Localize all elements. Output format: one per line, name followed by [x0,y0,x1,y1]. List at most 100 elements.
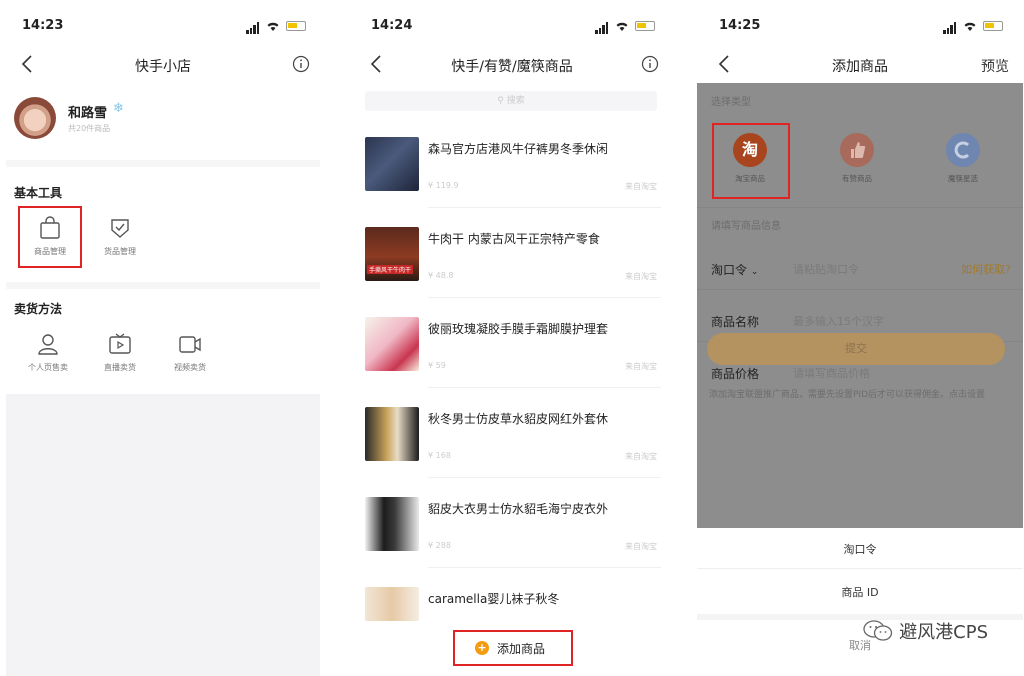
section-title-sell: 卖货方法 [14,302,63,316]
list-item[interactable]: 秋冬男士仿皮草水貂皮网红外套休 ¥ 168 来自淘宝 [365,407,661,487]
submit-button[interactable]: 提交 [707,333,1005,365]
back-icon[interactable] [20,52,34,76]
sell-method-personal-page[interactable]: 个人页售卖 [20,332,76,373]
battery-icon [983,21,1003,31]
field-label-product-price: 商品价格 [711,367,760,381]
product-thumbnail [365,137,419,191]
product-price: ¥ 119.9 [428,181,459,190]
product-name-input[interactable]: 最多输入15个汉字 [793,313,884,329]
person-icon [38,334,58,355]
divider [428,477,661,478]
product-source: 来自淘宝 [625,542,657,551]
list-item[interactable]: 彼丽玫瑰凝胶手膜手霜脚膜护理套 ¥ 59 来自淘宝 [365,317,661,397]
page-title: 快手小店 [135,59,191,75]
add-product-button[interactable]: + 添加商品 [453,630,573,666]
sheet-option-product-id[interactable]: 商品 ID [697,584,1023,600]
dimmed-form-overlay[interactable]: 选择类型 淘 淘宝商品 有赞商品 魔筷星选 请填写商品信息 淘口令 ⌄ 请粘贴淘… [697,83,1023,528]
product-title: 彼丽玫瑰凝胶手膜手霜脚膜护理套 [428,322,609,336]
info-icon[interactable] [292,55,310,73]
list-item[interactable]: 森马官方店港风牛仔裤男冬季休闲 ¥ 119.9 来自淘宝 [365,137,661,217]
type-label: 魔筷星选 [948,174,978,183]
wifi-icon [267,22,279,31]
how-to-get-link[interactable]: 如何获取? [961,261,1011,277]
snowflake-icon: ❄ [113,101,124,116]
divider [697,568,1023,569]
product-title: caramella婴儿袜子秋冬 [428,592,560,606]
user-subtitle: 共20件商品 [68,124,111,133]
type-label: 有赞商品 [842,174,872,183]
nav-bar: 快手小店 [0,50,326,80]
signal-icon [943,22,957,34]
field-label-product-name: 商品名称 [711,315,760,329]
sell-method-video[interactable]: 视频卖货 [162,332,218,373]
tv-play-icon [109,333,131,354]
product-thumbnail: 手撕风干牛肉干 [365,227,419,281]
product-thumbnail [365,407,419,461]
empty-area [6,394,320,676]
sell-method-live[interactable]: 直播卖货 [92,332,148,373]
shield-check-icon [111,219,129,238]
sell-method-label: 个人页售卖 [28,363,68,372]
wifi-icon [964,22,976,31]
chevron-down-icon: ⌄ [750,267,759,277]
wifi-icon [616,22,628,31]
status-bar: 14:25 [719,18,1003,38]
product-source: 来自淘宝 [625,272,657,281]
hint-text: 添加淘宝联盟推广商品，需要先设置PID后才可以获得佣金。点击设置 [709,390,986,400]
screen-add-product: 14:25 添加商品 预览 选择类型 淘 淘宝商品 有赞商品 魔筷星选 请填写商… [697,0,1023,676]
type-option-youzan[interactable]: 有赞商品 [822,133,892,184]
battery-icon [635,21,655,31]
status-time: 14:23 [22,18,64,33]
product-source: 来自淘宝 [625,362,657,371]
divider [428,297,661,298]
type-option-mokuai[interactable]: 魔筷星选 [928,133,998,184]
wechat-icon [863,620,893,642]
info-icon[interactable] [641,55,659,73]
product-title: 貂皮大衣男士仿水貂毛海宁皮衣外 [428,502,609,516]
product-thumbnail [365,497,419,551]
mokuai-icon [946,133,980,167]
product-title: 森马官方店港风牛仔裤男冬季休闲 [428,142,609,156]
sheet-option-taokouling[interactable]: 淘口令 [697,541,1023,557]
page-title: 添加商品 [832,59,888,75]
list-item[interactable]: 手撕风干牛肉干 牛肉干 内蒙古风干正宗特产零食 ¥ 48.8 来自淘宝 [365,227,661,307]
divider [697,289,1023,290]
search-placeholder: 搜索 [506,96,525,106]
sell-method-label: 视频卖货 [174,363,206,372]
thumbs-up-icon [840,133,874,167]
search-input[interactable]: ⚲ 搜索 [365,91,657,111]
signal-icon [595,22,609,34]
search-icon: ⚲ [497,96,504,106]
tool-label: 货品管理 [104,247,136,256]
nav-bar: 快手/有赞/魔筷商品 [349,50,675,80]
status-time: 14:25 [719,18,761,33]
select-type-label: 选择类型 [711,97,751,108]
divider [6,160,320,167]
list-item[interactable]: 貂皮大衣男士仿水貂毛海宁皮衣外 ¥ 288 来自淘宝 [365,497,661,577]
product-price: ¥ 168 [428,451,451,460]
highlight-box [712,123,790,199]
highlight-box [18,206,82,268]
section-title-tools: 基本工具 [14,186,63,200]
status-bar: 14:23 [22,18,306,38]
product-source: 来自淘宝 [625,452,657,461]
avatar[interactable] [14,97,56,139]
field-label-taokouling[interactable]: 淘口令 ⌄ [711,261,758,278]
divider [697,207,1023,208]
back-icon[interactable] [369,52,383,76]
preview-button[interactable]: 预览 [981,56,1009,76]
divider [6,282,320,289]
product-source: 来自淘宝 [625,182,657,191]
back-icon[interactable] [717,52,731,76]
product-price-input[interactable]: 请填写商品价格 [793,365,870,381]
status-icons [595,20,655,34]
watermark: 避风港CPS [863,618,988,644]
divider [428,567,661,568]
watermark-text: 避风港CPS [899,622,988,643]
status-time: 14:24 [371,18,413,33]
signal-icon [246,22,260,34]
product-price: ¥ 48.8 [428,271,454,280]
taokouling-input[interactable]: 请粘贴淘口令 [793,261,859,277]
nav-bar: 添加商品 预览 [697,50,1023,80]
tool-goods-management[interactable]: 货品管理 [92,216,148,257]
